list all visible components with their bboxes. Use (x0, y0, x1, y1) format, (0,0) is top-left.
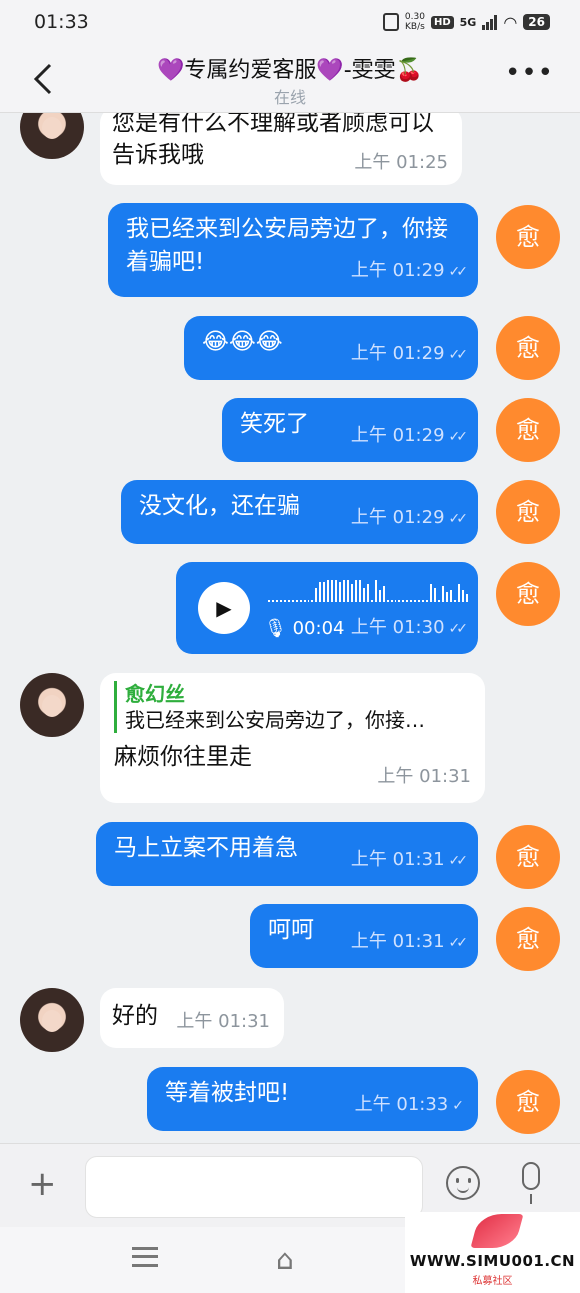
online-status: 在线 (273, 88, 306, 107)
message-time: 上午 01:25 (354, 152, 448, 173)
read-check-icon: ✓✓ (448, 621, 469, 637)
reply-quote[interactable]: 愈幻丝 我已经来到公安局旁边了，你接… (114, 681, 471, 733)
microphone-icon[interactable] (522, 1162, 540, 1204)
more-icon[interactable]: ••• (505, 58, 554, 88)
message-time: 上午 01:29 ✓✓ (350, 507, 469, 528)
contact-avatar[interactable] (20, 673, 84, 737)
contact-avatar[interactable] (20, 988, 84, 1052)
message-time: 上午 01:29 ✓✓ (350, 343, 469, 364)
message-bubble[interactable]: 等着被封吧! 上午 01:33 ✓ (147, 1067, 478, 1131)
battery-icon: 26 (523, 14, 550, 30)
status-icons: 0.30 KB/s HD 5G ◠ 26 (382, 12, 550, 32)
contact-avatar[interactable] (20, 113, 84, 159)
message-time: 上午 01:31 (176, 1011, 270, 1032)
voice-waveform (268, 578, 468, 602)
message-bubble[interactable]: 呵呵 上午 01:31 ✓✓ (250, 904, 478, 968)
voice-message-bubble[interactable]: ▶ 🎙 00:04 上午 01:30 ✓✓ (176, 562, 478, 654)
chat-header: 💜专属约爱客服💜-雯雯🍒 在线 ••• (0, 44, 580, 113)
message-bubble[interactable]: 马上立案不用着急 上午 01:31 ✓✓ (96, 822, 478, 886)
message-bubble[interactable]: 😂😂😂 上午 01:29 ✓✓ (184, 316, 478, 380)
message-time: 上午 01:31 ✓✓ (350, 849, 469, 870)
wifi-icon: ◠ (503, 12, 518, 32)
message-time: 上午 01:31 ✓✓ (350, 931, 469, 952)
read-check-icon: ✓✓ (448, 511, 469, 527)
read-check-icon: ✓✓ (448, 853, 469, 869)
watermark: WWW.SIMU001.CN 私募社区 (405, 1212, 580, 1293)
my-avatar[interactable]: 愈 (496, 398, 560, 462)
message-bubble[interactable]: 愈幻丝 我已经来到公安局旁边了，你接… 麻烦你往里走 上午 01:31 (100, 673, 485, 803)
watermark-site: WWW.SIMU001.CN (409, 1252, 576, 1270)
status-bar: 01:33 0.30 KB/s HD 5G ◠ 26 (0, 0, 580, 44)
message-time: 上午 01:30 ✓✓ (350, 617, 469, 638)
signal-icon (482, 14, 498, 30)
message-time: 上午 01:29 ✓✓ (350, 260, 469, 281)
my-avatar[interactable]: 愈 (496, 907, 560, 971)
my-avatar[interactable]: 愈 (496, 1070, 560, 1134)
message-bubble[interactable]: 笑死了 上午 01:29 ✓✓ (222, 398, 478, 462)
network-type: 5G (459, 15, 477, 29)
message-time: 上午 01:29 ✓✓ (350, 425, 469, 446)
plus-icon[interactable]: + (28, 1164, 57, 1204)
message-bubble[interactable]: 好的 上午 01:31 (100, 988, 284, 1048)
message-input[interactable] (85, 1156, 423, 1218)
quote-sender: 愈幻丝 (125, 682, 185, 706)
mic-small-icon: 🎙 (264, 618, 287, 639)
read-check-icon: ✓✓ (448, 935, 469, 951)
message-list: 您是有什么不理解或者顾虑可以告诉我哦 上午 01:25 我已经来到公安局旁边了，… (0, 113, 580, 1143)
read-check-icon: ✓✓ (448, 264, 469, 280)
read-check-icon: ✓✓ (448, 347, 469, 363)
status-time: 01:33 (34, 11, 89, 33)
message-bubble[interactable]: 没文化，还在骗 上午 01:29 ✓✓ (121, 480, 478, 544)
net-speed: 0.30 KB/s (404, 12, 425, 32)
emoji-icon[interactable] (446, 1166, 480, 1200)
vibrate-icon (382, 13, 399, 31)
message-time: 上午 01:31 (377, 766, 471, 787)
my-avatar[interactable]: 愈 (496, 205, 560, 269)
play-icon[interactable]: ▶ (198, 582, 250, 634)
message-bubble[interactable]: 您是有什么不理解或者顾虑可以告诉我哦 上午 01:25 (100, 113, 462, 185)
voice-duration: 🎙 00:04 (264, 618, 345, 639)
sent-check-icon: ✓ (452, 1098, 464, 1114)
watermark-subtitle: 私募社区 (472, 1276, 513, 1287)
hd-icon: HD (430, 15, 454, 29)
chat-title: 💜专属约爱客服💜-雯雯🍒 (156, 58, 424, 83)
home-icon[interactable]: ⌂ (276, 1243, 294, 1276)
menu-icon[interactable] (132, 1247, 158, 1267)
watermark-logo-icon (470, 1214, 524, 1248)
message-time: 上午 01:33 ✓ (354, 1094, 464, 1115)
message-bubble[interactable]: 我已经来到公安局旁边了，你接着骗吧! 上午 01:29 ✓✓ (108, 203, 478, 297)
my-avatar[interactable]: 愈 (496, 562, 560, 626)
quote-text: 我已经来到公安局旁边了，你接… (125, 708, 425, 732)
my-avatar[interactable]: 愈 (496, 825, 560, 889)
read-check-icon: ✓✓ (448, 429, 469, 445)
my-avatar[interactable]: 愈 (496, 316, 560, 380)
my-avatar[interactable]: 愈 (496, 480, 560, 544)
